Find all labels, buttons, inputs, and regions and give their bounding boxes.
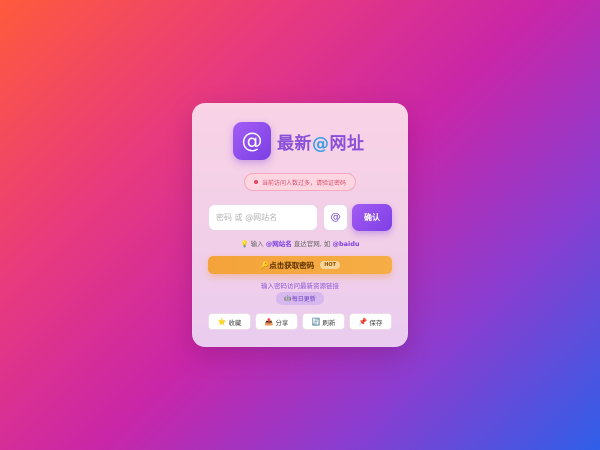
star-icon: ⭐ bbox=[217, 317, 227, 326]
resource-link[interactable]: 输入密码访问最新资源链接 bbox=[192, 280, 408, 290]
logo-header: @ 最新@网址 bbox=[233, 122, 365, 160]
pin-icon: 📌 bbox=[358, 317, 368, 326]
at-sign-icon: @ bbox=[233, 122, 271, 160]
password-card: @ 最新@网址 当前访问人数过多，请验证密码 @ 确认 💡 输入 @网站名 直达… bbox=[192, 103, 408, 347]
robot-icon: 🤖 bbox=[284, 295, 292, 302]
title-part-1: 最新 bbox=[277, 133, 312, 154]
hint-prefix: 输入 bbox=[250, 240, 266, 248]
title-part-2: 网址 bbox=[329, 133, 365, 154]
get-password-button[interactable]: 🔑 点击获取密码 HOT bbox=[208, 256, 392, 274]
password-form: @ 确认 bbox=[208, 204, 392, 231]
favorite-label: 收藏 bbox=[228, 318, 242, 327]
title-at: @ bbox=[312, 133, 330, 154]
at-button[interactable]: @ bbox=[323, 204, 348, 231]
refresh-label: 刷新 bbox=[322, 318, 336, 327]
refresh-button[interactable]: 🔄 刷新 bbox=[302, 313, 345, 330]
save-label: 保存 bbox=[369, 318, 383, 327]
key-icon: 🔑 bbox=[259, 260, 270, 270]
save-button[interactable]: 📌 保存 bbox=[349, 313, 392, 330]
notice-badge: 当前访问人数过多，请验证密码 bbox=[244, 173, 356, 191]
refresh-icon: 🔄 bbox=[311, 317, 321, 326]
daily-update-label: 每日更新 bbox=[291, 296, 316, 303]
lightbulb-icon: 💡 bbox=[240, 240, 249, 248]
alert-dot-icon bbox=[253, 180, 258, 184]
get-password-label: 点击获取密码 bbox=[269, 260, 315, 270]
hint-middle: 直达官网, 如 bbox=[291, 240, 333, 248]
site-title: 最新@网址 bbox=[277, 129, 365, 154]
confirm-button[interactable]: 确认 bbox=[352, 204, 392, 231]
hint-keyword-example: @baidu bbox=[332, 240, 360, 248]
favorite-button[interactable]: ⭐ 收藏 bbox=[208, 313, 251, 330]
share-label: 分享 bbox=[275, 318, 289, 327]
action-bar: ⭐ 收藏 📤 分享 🔄 刷新 📌 保存 bbox=[208, 313, 392, 330]
usage-hint: 💡 输入 @网站名 直达官网, 如 @baidu bbox=[192, 238, 408, 248]
hot-badge: HOT bbox=[320, 261, 341, 269]
share-button[interactable]: 📤 分享 bbox=[255, 313, 298, 330]
hint-keyword-site: @网站名 bbox=[265, 240, 292, 248]
password-input[interactable] bbox=[208, 204, 318, 231]
daily-update-badge: 🤖 每日更新 bbox=[276, 292, 324, 305]
share-icon: 📤 bbox=[264, 317, 274, 326]
notice-text: 当前访问人数过多，请验证密码 bbox=[261, 179, 346, 187]
